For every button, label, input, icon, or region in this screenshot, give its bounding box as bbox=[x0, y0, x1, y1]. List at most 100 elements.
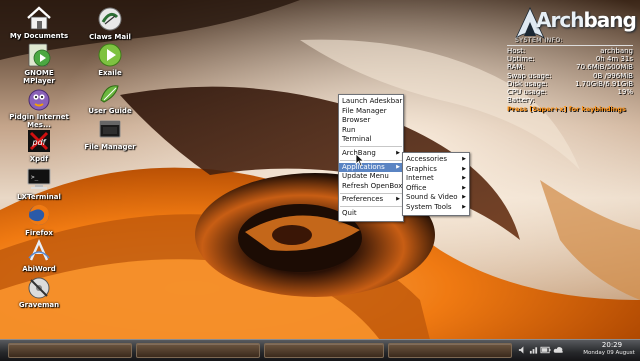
taskbar-slot-4[interactable] bbox=[388, 343, 512, 358]
keybindings-hint: Press [Super+x] for keybindings bbox=[507, 105, 626, 114]
menu-item-preferences[interactable]: Preferences ▶ bbox=[339, 195, 403, 205]
menu-item-file-manager[interactable]: File Manager bbox=[339, 107, 403, 117]
desktop-icon-graveman[interactable]: Graveman bbox=[8, 274, 70, 309]
claws-mail-icon bbox=[98, 7, 122, 31]
desktop-icon-label: Claws Mail bbox=[89, 33, 131, 41]
menu-item-refresh-openbox[interactable]: Refresh OpenBox bbox=[339, 182, 403, 192]
cloud-icon[interactable] bbox=[553, 345, 564, 355]
taskbar-slot-1[interactable] bbox=[8, 343, 132, 358]
desktop-icon-my-documents[interactable]: My Documents bbox=[8, 5, 70, 40]
menu-separator bbox=[340, 192, 402, 194]
logo-bang: bang bbox=[583, 8, 636, 32]
menu-item-label: Internet bbox=[406, 174, 434, 183]
battery-icon[interactable] bbox=[540, 345, 551, 355]
desktop-icon-xpdf[interactable]: pdf Xpdf bbox=[8, 128, 70, 163]
submenu-arrow-icon: ▶ bbox=[396, 163, 400, 170]
desktop-icon-exaile[interactable]: Exaile bbox=[79, 42, 141, 77]
conky-row-ram: RAM: 70.6MiB/500MiB bbox=[507, 63, 633, 71]
desktop-icon-label: GNOME MPlayer bbox=[23, 69, 55, 85]
submenu-arrow-icon: ▶ bbox=[396, 149, 400, 156]
conky-system-info: Host: archbang Uptime: 0h 4m 31s RAM: 70.6M… bbox=[507, 47, 633, 114]
row-value: archbang bbox=[600, 47, 633, 55]
desktop-icon-label: Graveman bbox=[18, 301, 60, 309]
menu-item-label: Graphics bbox=[406, 164, 437, 173]
menu-item-label: File Manager bbox=[342, 106, 387, 115]
menu-item-label: Refresh OpenBox bbox=[342, 181, 403, 190]
menu-item-sound-video[interactable]: Sound & Video ▶ bbox=[403, 193, 469, 203]
desktop-icon-label: LXTerminal bbox=[17, 193, 61, 201]
desktop-icon-firefox[interactable]: Firefox bbox=[8, 202, 70, 237]
menu-item-label: Office bbox=[406, 183, 427, 192]
submenu-arrow-icon: ▶ bbox=[462, 194, 466, 201]
home-folder-icon bbox=[27, 6, 51, 30]
xpdf-icon: pdf bbox=[28, 130, 50, 152]
svg-text:>_: >_ bbox=[31, 174, 39, 181]
row-value: 0h 4m 31s bbox=[595, 55, 633, 64]
conky-row-disk: Disk usage: 1.70GiB/6.91GiB bbox=[507, 80, 633, 88]
network-icon[interactable] bbox=[529, 345, 538, 355]
menu-item-label: Run bbox=[342, 125, 356, 134]
submenu-arrow-icon: ▶ bbox=[462, 203, 466, 210]
menu-item-launch-adeskbar[interactable]: Launch Adeskbar bbox=[339, 97, 403, 107]
desktop-icon-user-guide[interactable]: User Guide bbox=[79, 80, 141, 115]
graveman-icon bbox=[28, 277, 50, 299]
menu-separator bbox=[340, 146, 402, 148]
row-label: Uptime: bbox=[507, 55, 535, 64]
archbang-logo-text: Archbang bbox=[536, 8, 637, 32]
applications-submenu: Accessories ▶ Graphics ▶ Internet ▶ Office ▶… bbox=[402, 152, 470, 216]
menu-item-applications[interactable]: Applications ▶ bbox=[339, 162, 403, 173]
submenu-arrow-icon: ▶ bbox=[462, 184, 466, 191]
firefox-icon bbox=[29, 204, 49, 225]
desktop-icon-abiword[interactable]: AbiWord bbox=[8, 238, 70, 273]
taskbar-slot-2[interactable] bbox=[136, 343, 260, 358]
conky-row-uptime: Uptime: 0h 4m 31s bbox=[507, 55, 633, 63]
taskbar-slot-3[interactable] bbox=[264, 343, 384, 358]
menu-item-internet[interactable]: Internet ▶ bbox=[403, 174, 469, 184]
menu-item-label: System Tools bbox=[406, 202, 452, 211]
clock-date: Monday 09 August bbox=[583, 350, 635, 356]
menu-separator bbox=[340, 160, 402, 162]
mouse-cursor-icon bbox=[355, 153, 365, 167]
menu-item-graphics[interactable]: Graphics ▶ bbox=[403, 165, 469, 175]
submenu-arrow-icon: ▶ bbox=[462, 156, 466, 162]
row-value: 1.70GiB/6.91GiB bbox=[575, 79, 633, 88]
row-value: 0B /996MiB bbox=[593, 71, 633, 80]
desktop-icon-pidgin[interactable]: Pidgin Internet Mes... bbox=[8, 86, 70, 129]
desktop-icon-label: Firefox bbox=[25, 229, 53, 237]
desktop-icon-label: My Documents bbox=[9, 32, 69, 40]
row-label: CPU usage: bbox=[507, 88, 547, 97]
menu-item-accessories[interactable]: Accessories ▶ bbox=[403, 155, 469, 165]
desktop-icon-gnome-mplayer[interactable]: GNOME MPlayer bbox=[8, 42, 70, 85]
desktop-icon-label: Pidgin Internet Mes... bbox=[9, 113, 69, 129]
desktop-icon-label: User Guide bbox=[88, 107, 132, 115]
desktop-icon-label: AbiWord bbox=[22, 265, 56, 273]
conky-row-swap: Swap usage: 0B /996MiB bbox=[507, 72, 633, 80]
menu-item-label: Preferences bbox=[342, 195, 384, 204]
menu-item-office[interactable]: Office ▶ bbox=[403, 184, 469, 194]
desktop-icon-claws-mail[interactable]: Claws Mail bbox=[79, 6, 141, 41]
user-guide-icon bbox=[100, 85, 119, 103]
menu-item-update-menu[interactable]: Update Menu bbox=[339, 172, 403, 182]
desktop-icon-label: File Manager bbox=[84, 143, 136, 151]
conky-row-cpu: CPU usage: 19% bbox=[507, 88, 633, 96]
row-label: Host: bbox=[507, 47, 526, 55]
menu-item-label: Launch Adeskbar bbox=[342, 97, 403, 105]
system-info-title: SYSTEM INFO: bbox=[515, 37, 564, 44]
menu-item-browser[interactable]: Browser bbox=[339, 116, 403, 126]
row-label: RAM: bbox=[507, 63, 525, 72]
row-value: 70.6MiB/500MiB bbox=[576, 63, 633, 72]
menu-item-terminal[interactable]: Terminal bbox=[339, 135, 403, 145]
submenu-arrow-icon: ▶ bbox=[462, 165, 466, 172]
menu-item-archbang[interactable]: ArchBang ▶ bbox=[339, 149, 403, 159]
desktop-icon-file-manager[interactable]: File Manager bbox=[79, 116, 141, 151]
clock-time[interactable]: 20:29 bbox=[586, 341, 638, 349]
menu-item-quit[interactable]: Quit bbox=[339, 209, 403, 219]
menu-item-system-tools[interactable]: System Tools ▶ bbox=[403, 203, 469, 213]
conky-row-battery: Battery: bbox=[507, 96, 633, 104]
abiword-icon bbox=[28, 239, 50, 261]
volume-icon[interactable] bbox=[518, 345, 527, 355]
taskbar: 20:29 Monday 09 August bbox=[0, 339, 640, 361]
menu-item-label: Sound & Video bbox=[406, 193, 458, 202]
menu-item-run[interactable]: Run bbox=[339, 126, 403, 136]
desktop-icon-lxterminal[interactable]: >_ LXTerminal bbox=[8, 166, 70, 201]
